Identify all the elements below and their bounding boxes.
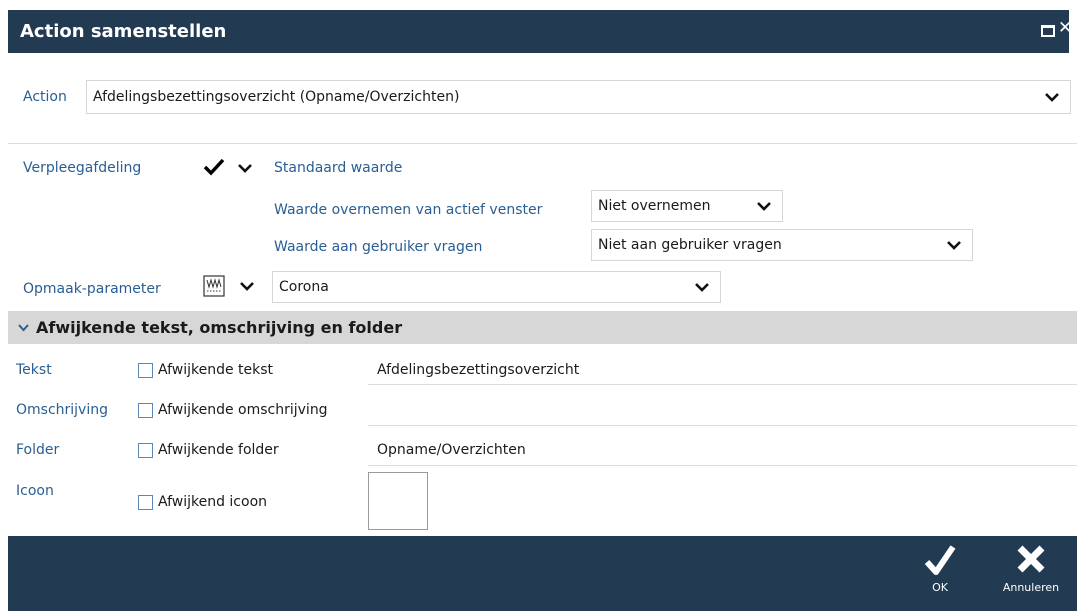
chevron-down-icon [240, 282, 254, 291]
chevron-down-icon [947, 241, 961, 250]
maximize-icon[interactable] [1041, 25, 1055, 37]
close-icon[interactable]: ✕ [1058, 18, 1072, 38]
verpleegafdeling-mode-select[interactable] [199, 152, 261, 182]
cancel-x-icon [1017, 545, 1045, 573]
vragen-select-value: Niet aan gebruiker vragen [598, 237, 782, 253]
afwijkende-folder-checkbox[interactable] [138, 443, 153, 458]
afwijkende-folder-label: Afwijkende folder [158, 442, 279, 458]
chevron-down-icon [695, 283, 709, 292]
ok-check-icon [924, 545, 956, 575]
omschrijving-underline [368, 425, 1077, 426]
tekst-value: Afdelingsbezettingsoverzicht [377, 362, 580, 378]
chevron-down-icon [238, 164, 252, 173]
overnemen-select[interactable]: Niet overnemen [591, 190, 783, 222]
action-select-value: Afdelingsbezettingsoverzicht (Opname/Ove… [93, 89, 460, 105]
cancel-button[interactable]: Annuleren [998, 544, 1064, 594]
overnemen-label: Waarde overnemen van actief venster [274, 202, 543, 218]
folder-label: Folder [16, 442, 60, 458]
afwijkend-icoon-label: Afwijkend icoon [158, 494, 268, 510]
verpleegafdeling-label: Verpleegafdeling [23, 160, 142, 176]
window-title: Action samenstellen [20, 21, 227, 42]
tekst-label: Tekst [16, 362, 52, 378]
title-bar: Action samenstellen ✕ [0, 0, 1077, 62]
afwijkende-tekst-checkbox[interactable] [138, 363, 153, 378]
omschrijving-label: Omschrijving [16, 402, 108, 418]
vragen-label: Waarde aan gebruiker vragen [274, 239, 483, 255]
vragen-select[interactable]: Niet aan gebruiker vragen [591, 229, 973, 261]
afwijkende-omschrijving-checkbox[interactable] [138, 403, 153, 418]
chevron-down-icon [1045, 93, 1059, 102]
divider [8, 143, 1077, 144]
cancel-label: Annuleren [1002, 581, 1060, 594]
opmaak-select-value: Corona [279, 279, 329, 295]
opmaak-select[interactable]: Corona [272, 271, 721, 303]
afwijkende-omschrijving-label: Afwijkende omschrijving [158, 402, 328, 418]
opmaak-mode-select[interactable] [199, 270, 265, 302]
afwijkend-icoon-checkbox[interactable] [138, 495, 153, 510]
action-select[interactable]: Afdelingsbezettingsoverzicht (Opname/Ove… [86, 80, 1071, 114]
section-title: Afwijkende tekst, omschrijving en folder [36, 318, 403, 337]
footer-bar: OK Annuleren [8, 536, 1077, 611]
icoon-label: Icoon [16, 483, 54, 499]
ok-label: OK [932, 581, 948, 594]
tekst-underline [368, 384, 1077, 385]
ok-button[interactable]: OK [920, 544, 960, 594]
parameter-grid-icon [203, 275, 225, 297]
chevron-down-icon [757, 202, 771, 211]
folder-underline [368, 465, 1077, 466]
chevron-down-icon [18, 324, 29, 332]
icon-picker[interactable] [368, 472, 428, 530]
overnemen-select-value: Niet overnemen [598, 198, 711, 214]
section-header-afwijkend[interactable]: Afwijkende tekst, omschrijving en folder [8, 311, 1077, 344]
opmaak-parameter-label: Opmaak-parameter [23, 281, 161, 297]
checkmark-icon [203, 158, 225, 176]
afwijkende-tekst-label: Afwijkende tekst [158, 362, 274, 378]
standaard-waarde-label: Standaard waarde [274, 160, 403, 176]
folder-value: Opname/Overzichten [377, 442, 526, 458]
action-label: Action [23, 89, 67, 105]
